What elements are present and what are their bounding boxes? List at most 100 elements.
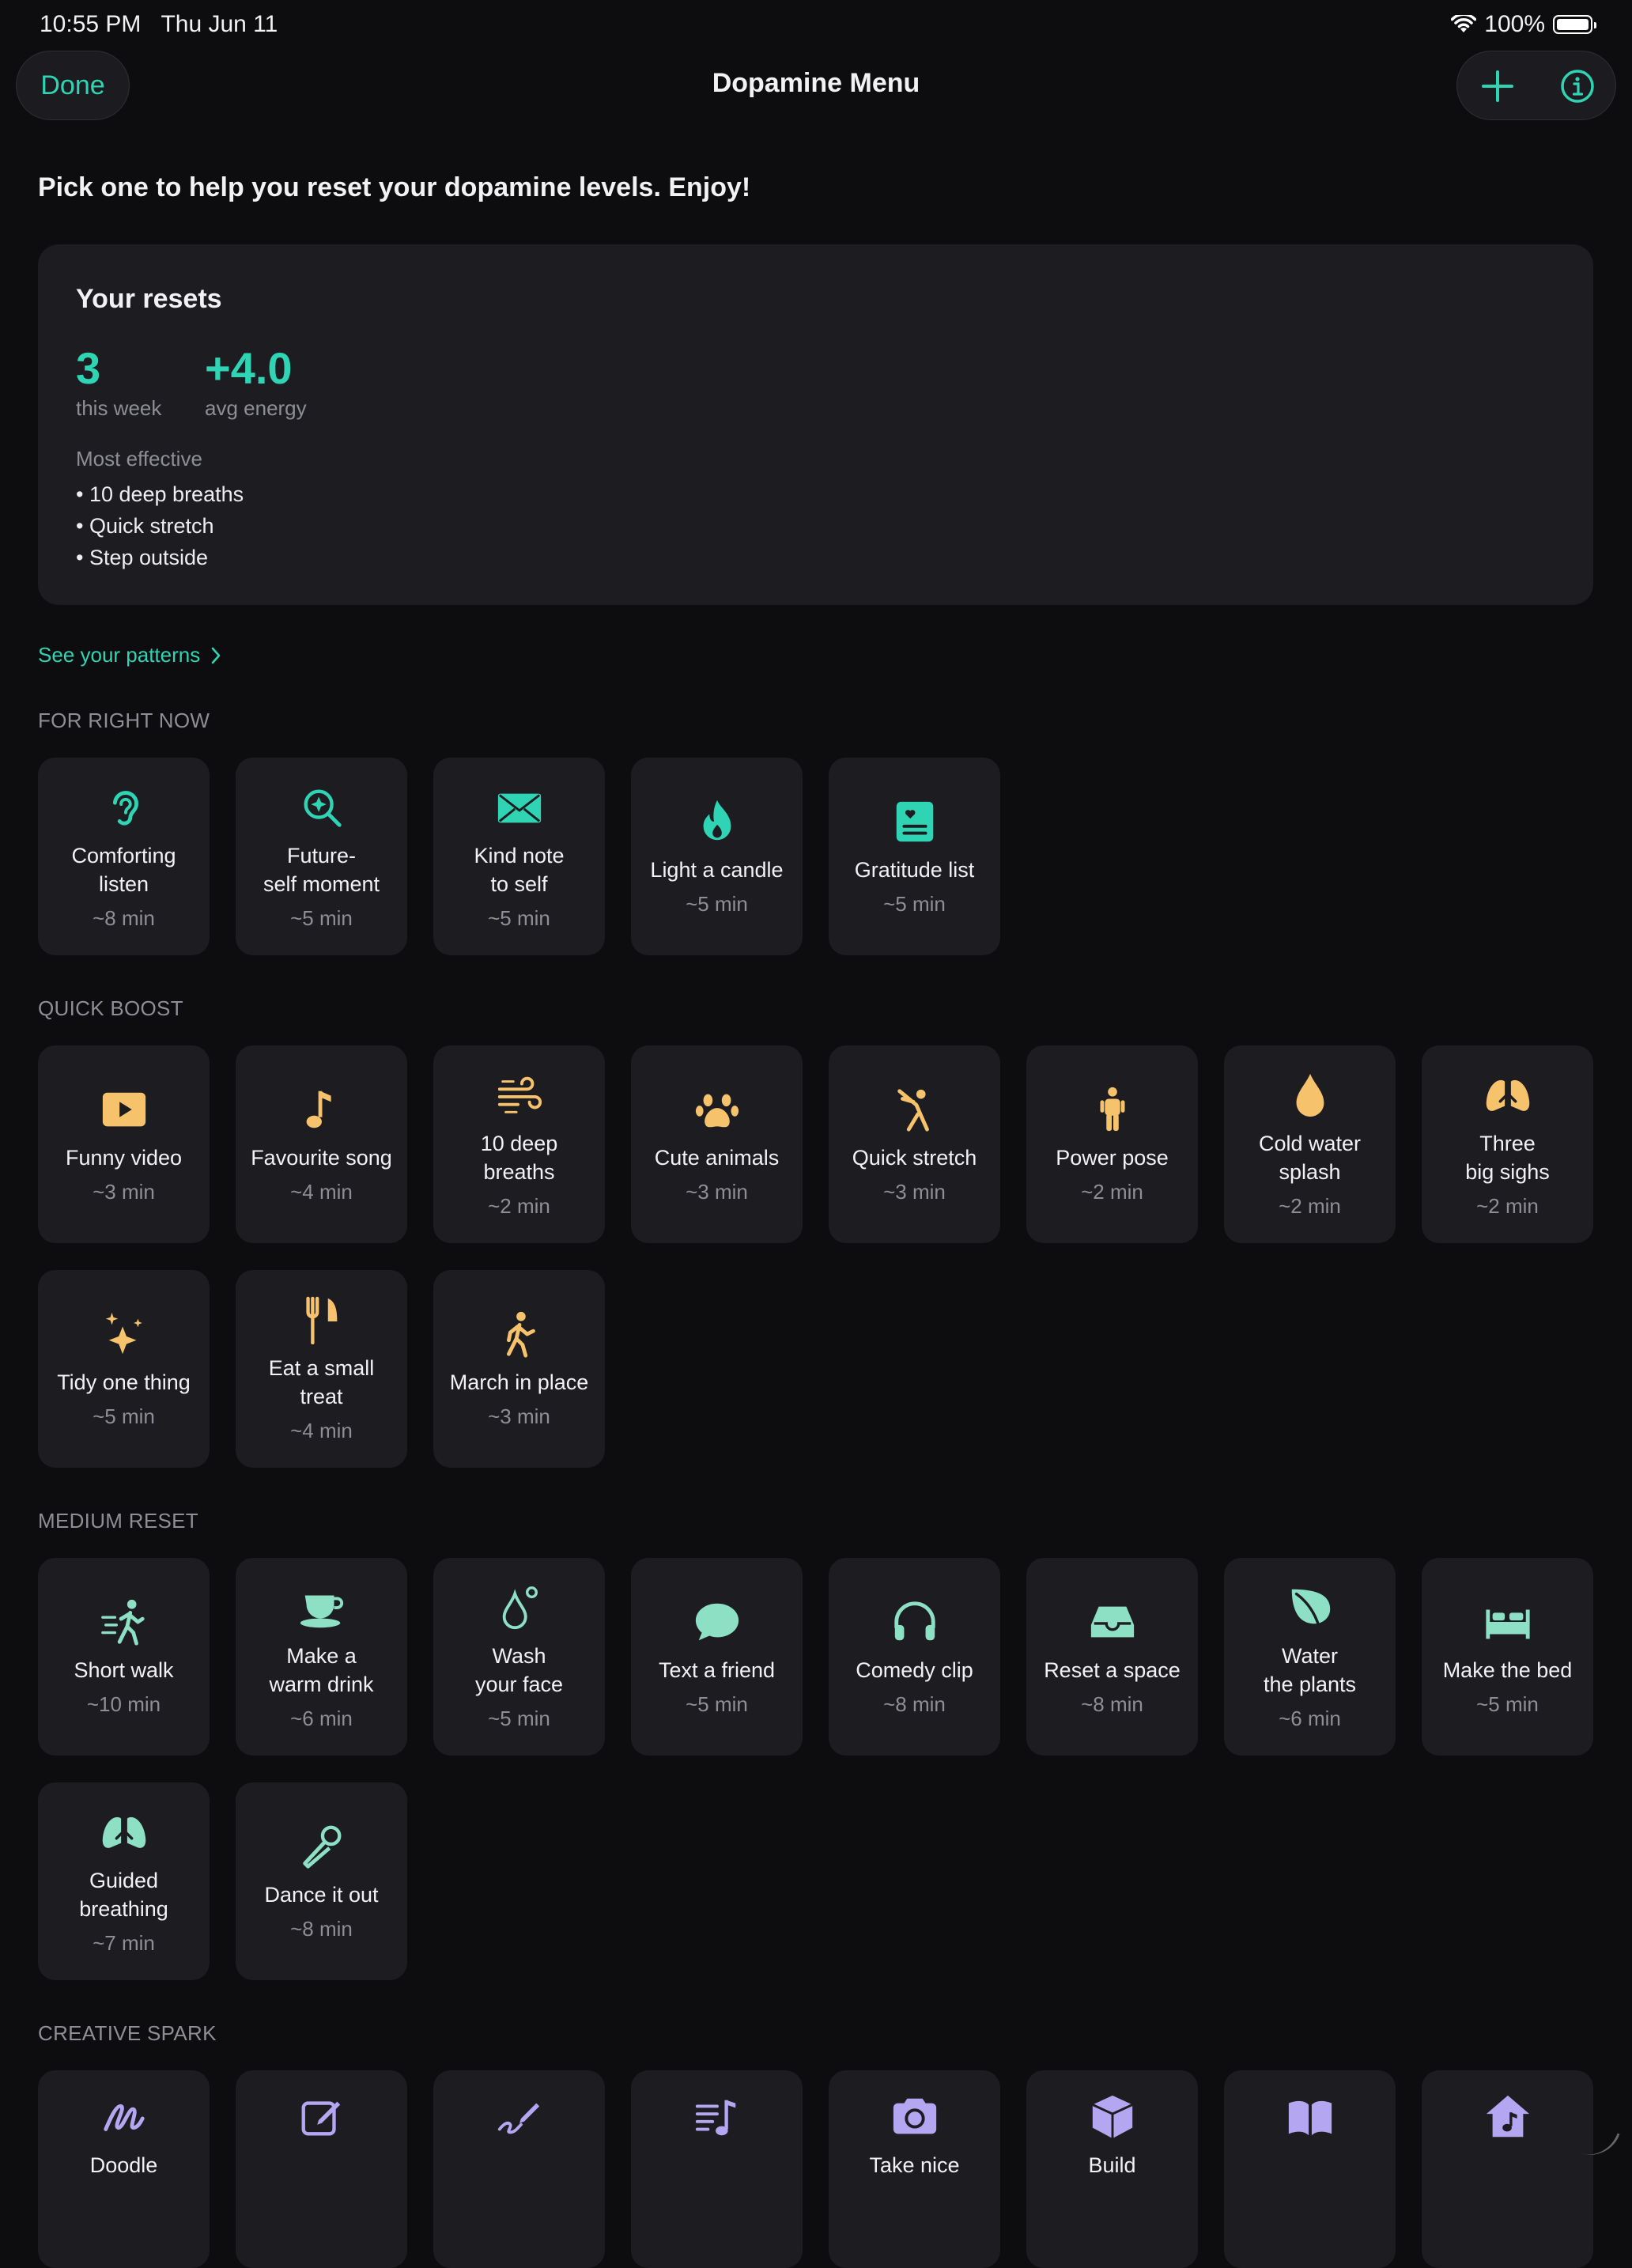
activity-card[interactable]: Cold water splash ~2 min [1224, 1045, 1396, 1243]
cube-icon [1088, 2092, 1137, 2141]
activity-duration: ~5 min [686, 1692, 748, 1716]
activity-duration: ~6 min [290, 1706, 353, 1730]
activity-card[interactable]: Tidy one thing ~5 min [38, 1270, 210, 1468]
activity-card[interactable]: Dance it out ~8 min [236, 1782, 407, 1980]
activity-card[interactable]: Cute animals ~3 min [631, 1045, 803, 1243]
section-title: FOR RIGHT NOW [38, 709, 210, 732]
activity-duration: ~8 min [290, 1916, 353, 1941]
lungs-icon [1483, 1071, 1532, 1120]
activity-label: Cold water splash [1258, 1131, 1362, 1184]
activity-card[interactable]: Funny video ~3 min [38, 1045, 210, 1243]
activity-label: Guided breathing [79, 1868, 168, 1921]
activity-card[interactable]: Doodle [38, 2070, 210, 2268]
bed-icon [1483, 1597, 1532, 1646]
activity-label: Cute animals [654, 1145, 780, 1170]
fork-knife-icon [297, 1295, 346, 1344]
sparkles-icon [100, 1310, 149, 1359]
resets-title: Your resets [76, 284, 222, 314]
activity-card[interactable]: Gratitude list ~5 min [829, 758, 1000, 955]
activity-duration: ~5 min [686, 891, 748, 916]
activity-card[interactable]: Kind note to self ~5 min [433, 758, 605, 955]
status-bar: 10:55 PM Thu Jun 11 100% [0, 0, 1632, 51]
energy-label: avg energy [205, 396, 307, 420]
section-title: MEDIUM RESET [38, 1509, 198, 1533]
droplet-icon [495, 1583, 544, 1632]
activity-card[interactable]: Make the bed ~5 min [1422, 1558, 1593, 1756]
activity-card[interactable] [1422, 2070, 1593, 2268]
chat-bubble-icon [693, 1597, 742, 1646]
activity-label: Three big sighs [1465, 1131, 1550, 1184]
activity-card[interactable] [1224, 2070, 1396, 2268]
activity-card[interactable] [433, 2070, 605, 2268]
status-right: 100% [1451, 11, 1596, 38]
activity-label: Favourite song [251, 1145, 392, 1170]
activity-label: Comforting listen [71, 843, 176, 896]
activity-card[interactable]: Reset a space ~8 min [1026, 1558, 1198, 1756]
sparkle-magnifier-icon [297, 783, 346, 832]
activity-card[interactable]: Comedy clip ~8 min [829, 1558, 1000, 1756]
wind-icon [495, 1071, 544, 1120]
activity-label: Comedy clip [856, 1658, 973, 1682]
activity-card[interactable]: Eat a small treat ~4 min [236, 1270, 407, 1468]
activity-label: Build [1088, 2153, 1136, 2177]
activity-card[interactable]: Water the plants ~6 min [1224, 1558, 1396, 1756]
activity-card[interactable]: Text a friend ~5 min [631, 1558, 803, 1756]
activity-label: Reset a space [1044, 1658, 1181, 1682]
activity-label: Funny video [65, 1145, 183, 1170]
list-item: • Step outside [76, 546, 209, 569]
activity-label: 10 deep breaths [480, 1131, 558, 1184]
activity-label: Take nice [869, 2153, 960, 2177]
activity-label: March in place [449, 1370, 589, 1394]
page-title: Dopamine Menu [712, 68, 920, 98]
activity-card[interactable] [236, 2070, 407, 2268]
activity-duration: ~10 min [86, 1692, 161, 1716]
activity-card[interactable]: Quick stretch ~3 min [829, 1045, 1000, 1243]
activity-card[interactable]: Comforting listen ~8 min [38, 758, 210, 955]
activity-card[interactable]: March in place ~3 min [433, 1270, 605, 1468]
activity-label: Make the bed [1442, 1658, 1573, 1682]
pencil-line-icon [495, 2092, 544, 2141]
nav-actions [1456, 51, 1616, 120]
activity-duration: ~8 min [883, 1692, 946, 1716]
microphone-icon [297, 1822, 346, 1871]
activity-label: Tidy one thing [57, 1370, 191, 1394]
info-button[interactable] [1537, 51, 1617, 121]
add-button[interactable] [1457, 51, 1537, 121]
activity-card[interactable]: 10 deep breaths ~2 min [433, 1045, 605, 1243]
activity-duration: ~2 min [488, 1193, 550, 1218]
activity-label: Dance it out [264, 1882, 379, 1907]
intro-text: Pick one to help you reset your dopamine… [38, 172, 751, 202]
activity-duration: ~5 min [488, 1706, 550, 1730]
activity-label: Kind note to self [474, 843, 565, 896]
drop-icon [1286, 1071, 1335, 1120]
music-list-icon [693, 2092, 742, 2141]
activity-card[interactable]: Build [1026, 2070, 1198, 2268]
activity-label: Wash your face [474, 1643, 564, 1696]
activity-card[interactable]: Favourite song ~4 min [236, 1045, 407, 1243]
activity-duration: ~5 min [883, 891, 946, 916]
activity-card[interactable]: Power pose ~2 min [1026, 1045, 1198, 1243]
activity-card[interactable]: Wash your face ~5 min [433, 1558, 605, 1756]
activity-label: Gratitude list [854, 857, 975, 882]
activity-card[interactable]: Three big sighs ~2 min [1422, 1045, 1593, 1243]
activity-card[interactable]: Guided breathing ~7 min [38, 1782, 210, 1980]
activity-label: Future- self moment [263, 843, 380, 896]
scribble-icon [100, 2092, 149, 2141]
activity-card[interactable]: Make a warm drink ~6 min [236, 1558, 407, 1756]
music-note-icon [297, 1085, 346, 1134]
see-patterns-link[interactable]: See your patterns [38, 643, 224, 667]
activity-duration: ~4 min [290, 1179, 353, 1204]
activity-duration: ~2 min [1279, 1193, 1341, 1218]
battery-percent: 100% [1484, 11, 1545, 37]
activity-card[interactable]: Light a candle ~5 min [631, 758, 803, 955]
lungs-icon [100, 1808, 149, 1857]
fast-walk-icon [100, 1597, 149, 1646]
person-icon [1088, 1085, 1137, 1134]
compose-icon [297, 2092, 346, 2141]
activity-card[interactable]: Short walk ~10 min [38, 1558, 210, 1756]
activity-card[interactable] [631, 2070, 803, 2268]
activity-duration: ~8 min [1081, 1692, 1143, 1716]
week-count: 3 [76, 343, 101, 393]
activity-card[interactable]: Future- self moment ~5 min [236, 758, 407, 955]
activity-card[interactable]: Take nice [829, 2070, 1000, 2268]
